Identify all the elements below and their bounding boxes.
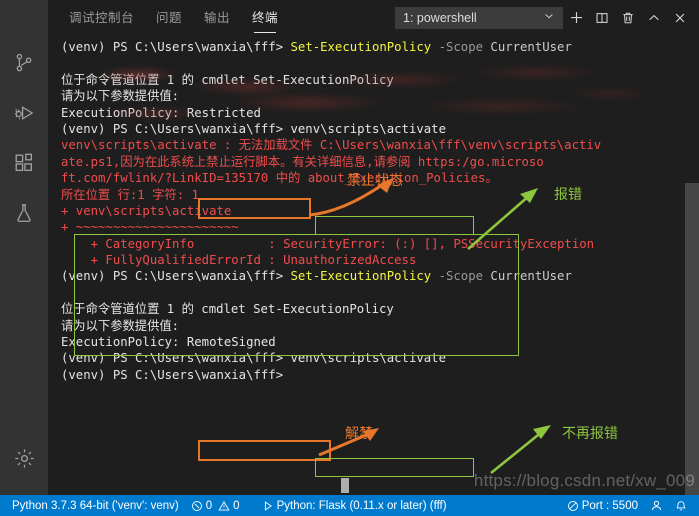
terminal-line: 请为以下参数提供值: — [61, 88, 699, 104]
terminal-line: 所在位置 行:1 字符: 1 — [61, 187, 699, 203]
window-body: 调试控制台 问题 输出 终端 1: powershell (venv) PS C… — [0, 0, 699, 495]
bottom-panel: 调试控制台 问题 输出 终端 1: powershell (venv) PS C… — [57, 0, 699, 495]
terminal-span: + CategoryInfo : SecurityError: (:) [], … — [61, 236, 595, 251]
status-python-interpreter[interactable]: Python 3.7.3 64-bit ('venv': venv) — [6, 495, 185, 516]
terminal-span: 请为以下参数提供值: — [61, 318, 180, 333]
terminal-span: CurrentUser — [483, 40, 572, 54]
terminal-line: (venv) PS C:\Users\wanxia\fff> Set-Execu… — [61, 268, 699, 284]
warning-triangle-icon — [218, 500, 230, 512]
new-terminal-icon[interactable] — [563, 5, 589, 31]
terminal-span: 请为以下参数提供值: — [61, 89, 180, 104]
tab-terminal[interactable]: 终端 — [252, 7, 278, 33]
panel-header: 调试控制台 问题 输出 终端 1: powershell — [57, 0, 699, 35]
terminal-span: + FullyQualifiedErrorId : UnauthorizedAc… — [61, 253, 417, 268]
terminal-span: ate.ps1,因为在此系统上禁止运行脚本。有关详细信息,请参阅 https:/… — [61, 154, 544, 169]
bell-icon — [675, 500, 687, 512]
terminal-span: ExecutionPolicy: RemoteSigned — [61, 335, 276, 350]
terminal-span: (venv) PS C:\Users\wanxia\fff> venv\scri… — [61, 121, 446, 136]
terminal-span: 位于命令管道位置 1 的 cmdlet Set-ExecutionPolicy — [61, 72, 394, 87]
terminal-span: -Scope — [431, 40, 484, 54]
terminal-line: (venv) PS C:\Users\wanxia\fff> Set-Execu… — [61, 39, 699, 55]
tab-debug-console[interactable]: 调试控制台 — [69, 7, 134, 28]
status-run-config[interactable]: Python: Flask (0.11.x or later) (fff) — [256, 495, 453, 516]
status-live-server-port[interactable]: Port : 5500 — [561, 495, 644, 516]
terminal-line: ate.ps1,因为在此系统上禁止运行脚本。有关详细信息,请参阅 https:/… — [61, 154, 699, 170]
status-bar-right: Port : 5500 — [561, 495, 693, 516]
terminal-line: ft.com/fwlink/?LinkID=135170 中的 about_Ex… — [61, 170, 699, 186]
terminal-line: 请为以下参数提供值: — [61, 318, 699, 334]
tab-problems[interactable]: 问题 — [156, 7, 182, 28]
terminal-span: (venv) PS C:\Users\wanxia\fff> venv\scri… — [61, 351, 446, 366]
terminal-span: ExecutionPolicy: Restricted — [61, 105, 261, 120]
terminal-output[interactable]: (venv) PS C:\Users\wanxia\fff> Set-Execu… — [57, 35, 699, 495]
terminal-line: ExecutionPolicy: RemoteSigned — [61, 334, 699, 350]
tab-output[interactable]: 输出 — [204, 7, 230, 28]
terminal-line: venv\scripts\activate : 无法加载文件 C:\Users\… — [61, 137, 699, 153]
terminal-line: + ~~~~~~~~~~~~~~~~~~~~~~ — [61, 219, 699, 235]
status-run-config-label: Python: Flask (0.11.x or later) (fff) — [276, 499, 447, 512]
manage-gear-icon[interactable] — [0, 433, 48, 483]
maximize-panel-icon[interactable] — [641, 5, 667, 31]
status-notifications[interactable] — [669, 495, 693, 516]
terminal-span: (venv) PS C:\Users\wanxia\fff> — [61, 367, 284, 382]
extensions-icon[interactable] — [0, 138, 48, 188]
terminal-viewport[interactable]: (venv) PS C:\Users\wanxia\fff> Set-Execu… — [57, 35, 699, 495]
terminal-line: 位于命令管道位置 1 的 cmdlet Set-ExecutionPolicy — [61, 72, 699, 88]
status-problems[interactable]: 0 0 — [185, 495, 246, 516]
activity-panel-gap — [48, 0, 57, 495]
terminal-span: venv\scripts\activate : 无法加载文件 C:\Users\… — [61, 138, 602, 153]
terminal-span: CurrentUser — [483, 269, 572, 284]
status-error-count: 0 — [205, 499, 213, 512]
activity-bar — [0, 0, 48, 495]
terminal-instance-label: 1: powershell — [403, 10, 477, 25]
terminal-instance-select[interactable]: 1: powershell — [395, 6, 563, 29]
terminal-line: (venv) PS C:\Users\wanxia\fff> venv\scri… — [61, 121, 699, 137]
play-icon — [262, 500, 274, 512]
account-icon — [650, 499, 663, 512]
status-python-label: Python 3.7.3 64-bit ('venv': venv) — [12, 499, 179, 512]
terminal-span: Set-ExecutionPolicy — [290, 40, 432, 54]
close-panel-icon[interactable] — [667, 5, 693, 31]
error-circle-icon — [191, 500, 203, 512]
panel-header-actions: 1: powershell — [395, 0, 693, 35]
chevron-down-icon — [543, 10, 555, 25]
terminal-span: (venv) PS C:\Users\wanxia\fff> — [61, 269, 291, 284]
run-debug-icon[interactable] — [0, 88, 48, 138]
terminal-line: + CategoryInfo : SecurityError: (:) [], … — [61, 236, 699, 252]
terminal-span: 所在位置 行:1 字符: 1 — [61, 187, 199, 202]
status-port-label: Port : 5500 — [581, 499, 638, 512]
terminal-span: + ~~~~~~~~~~~~~~~~~~~~~~ — [61, 220, 239, 235]
terminal-cursor — [341, 478, 349, 493]
terminal-span: -Scope — [431, 269, 484, 284]
terminal-line: (venv) PS C:\Users\wanxia\fff> — [61, 367, 699, 383]
vscode-window: 调试控制台 问题 输出 终端 1: powershell (venv) PS C… — [0, 0, 699, 516]
terminal-line: ExecutionPolicy: Restricted — [61, 105, 699, 121]
terminal-span: (venv) PS C:\Users\wanxia\fff> — [61, 40, 291, 54]
terminal-line: + FullyQualifiedErrorId : UnauthorizedAc… — [61, 252, 699, 268]
terminal-scrollbar[interactable] — [685, 183, 699, 495]
live-server-icon — [567, 500, 579, 512]
status-account[interactable] — [644, 495, 669, 516]
split-terminal-icon[interactable] — [589, 5, 615, 31]
terminal-span: ft.com/fwlink/?LinkID=135170 中的 about_Ex… — [61, 171, 498, 186]
status-warning-count: 0 — [233, 499, 240, 512]
terminal-span: Set-ExecutionPolicy — [290, 269, 432, 284]
testing-icon[interactable] — [0, 188, 48, 238]
terminal-line: 位于命令管道位置 1 的 cmdlet Set-ExecutionPolicy — [61, 301, 699, 317]
terminal-line: + venv\scripts\activate — [61, 203, 699, 219]
terminal-span: + venv\scripts\activate — [61, 203, 232, 218]
watermark: https://blog.csdn.net/xw_009 — [473, 471, 695, 490]
status-bar: Python 3.7.3 64-bit ('venv': venv) 0 0 P… — [0, 495, 699, 516]
terminal-line: (venv) PS C:\Users\wanxia\fff> venv\scri… — [61, 350, 699, 366]
terminal-span: 位于命令管道位置 1 的 cmdlet Set-ExecutionPolicy — [61, 302, 394, 317]
source-control-icon[interactable] — [0, 38, 48, 88]
kill-terminal-icon[interactable] — [615, 5, 641, 31]
